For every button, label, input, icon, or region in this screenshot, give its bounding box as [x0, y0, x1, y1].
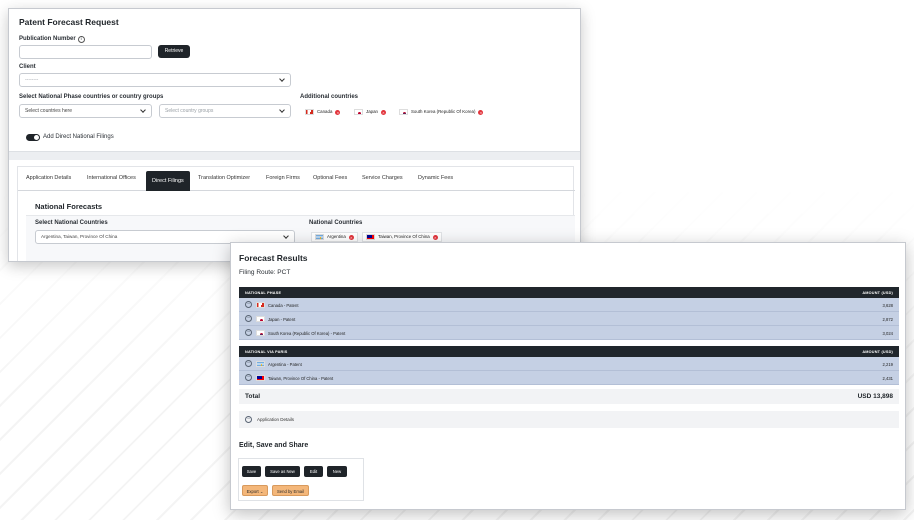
- page-title: Patent Forecast Request: [19, 17, 119, 27]
- chevron-down-icon: [279, 76, 285, 82]
- tab-dynamic-fees[interactable]: Dynamic Fees: [418, 175, 453, 181]
- forecast-results-window: Forecast Results Filing Route: PCT NATIO…: [230, 242, 906, 510]
- collapse-icon[interactable]: −: [245, 301, 252, 308]
- national-countries-label: National Countries: [309, 220, 363, 226]
- select-national-countries-label: Select National Countries: [35, 220, 108, 226]
- direct-national-filings-toggle[interactable]: [26, 134, 40, 141]
- publication-number-label: Publication Number i: [19, 36, 85, 43]
- japan-flag-icon: [256, 316, 265, 322]
- national-via-paris-header: NATIONAL VIA PARIS AMOUNT (USD): [239, 346, 899, 357]
- chip-canada: Canada ×: [302, 107, 344, 117]
- chip-argentina: Argentina ×: [311, 232, 358, 242]
- table-row: − South Korea (Republic Of Korea) - Pate…: [239, 326, 899, 340]
- canada-flag-icon: [256, 302, 265, 308]
- patent-forecast-request-window: Patent Forecast Request Publication Numb…: [8, 8, 581, 262]
- total-row: Total USD 13,898: [239, 389, 899, 404]
- collapse-icon[interactable]: −: [245, 315, 252, 322]
- tab-service-charges[interactable]: Service Charges: [362, 175, 403, 181]
- countries-select-placeholder: Select countries here: [25, 108, 72, 114]
- total-label: Total: [245, 393, 261, 400]
- canada-flag-icon: [305, 109, 314, 115]
- application-details-accordion[interactable]: − Application Details: [239, 411, 899, 428]
- national-phase-label: Select National Phase countries or count…: [19, 94, 164, 100]
- table-row: − Argentina - Patent 2,219: [239, 357, 899, 371]
- south-korea-flag-icon: [256, 330, 265, 336]
- table-row: − Canada - Patent 3,628: [239, 298, 899, 312]
- taiwan-flag-icon: [366, 234, 375, 240]
- info-icon[interactable]: i: [77, 36, 85, 43]
- tab-translation-optimizer[interactable]: Translation Optimizer: [198, 175, 250, 181]
- tab-foreign-firms[interactable]: Foreign Firms: [266, 175, 300, 181]
- country-groups-placeholder: Select country groups: [165, 108, 214, 114]
- remove-icon[interactable]: ×: [478, 109, 484, 115]
- tab-direct-filings[interactable]: Direct Filings: [146, 171, 190, 191]
- collapse-icon[interactable]: −: [245, 360, 252, 367]
- table-row: − Japan - Patent 2,872: [239, 312, 899, 326]
- chevron-down-icon: [140, 107, 146, 113]
- collapse-icon[interactable]: −: [245, 374, 252, 381]
- additional-countries-label: Additional countries: [300, 94, 359, 100]
- edit-save-share-title: Edit, Save and Share: [239, 442, 309, 449]
- chevron-down-icon: [279, 107, 285, 113]
- collapse-icon[interactable]: −: [245, 329, 252, 336]
- chevron-down-icon: [283, 233, 289, 239]
- total-value: USD 13,898: [857, 393, 893, 400]
- argentina-flag-icon: [256, 361, 265, 367]
- tab-international-offices[interactable]: International Offices: [87, 175, 136, 181]
- japan-flag-icon: [354, 109, 363, 115]
- remove-icon[interactable]: ×: [380, 109, 386, 115]
- client-label: Client: [19, 64, 36, 70]
- direct-national-filings-label: Add Direct National Filings: [43, 134, 114, 140]
- application-details-label: Application Details: [257, 417, 295, 422]
- client-select[interactable]: --------: [19, 73, 291, 87]
- remove-icon[interactable]: ×: [348, 234, 354, 240]
- national-countries-select-value: Argentina, Taiwan, Province Of China: [41, 234, 118, 239]
- chip-japan: Japan ×: [351, 107, 389, 117]
- chip-taiwan: Taiwan, Province Of China ×: [362, 232, 442, 242]
- tab-bar: Application Details International Office…: [18, 171, 575, 191]
- chip-south-korea: South Korea (Republic Of Korea) ×: [396, 107, 487, 117]
- save-button[interactable]: Save: [242, 466, 261, 477]
- collapse-icon[interactable]: −: [245, 416, 252, 423]
- section-divider: [9, 151, 580, 160]
- actions-box: Save Save as New Edit New Export ⌄ Send …: [238, 458, 364, 501]
- client-select-value: --------: [25, 77, 39, 83]
- export-button[interactable]: Export ⌄: [242, 485, 268, 496]
- publication-number-input[interactable]: [19, 45, 152, 59]
- table-row: − Taiwan, Province Of China - Patent 2,4…: [239, 371, 899, 385]
- countries-select[interactable]: Select countries here: [19, 104, 152, 118]
- retrieve-button[interactable]: Retrieve: [158, 45, 190, 58]
- remove-icon[interactable]: ×: [335, 109, 341, 115]
- edit-button[interactable]: Edit: [304, 466, 323, 477]
- remove-icon[interactable]: ×: [432, 234, 438, 240]
- results-title: Forecast Results: [239, 253, 308, 263]
- national-phase-header: NATIONAL PHASE AMOUNT (USD): [239, 287, 899, 298]
- tab-application-details[interactable]: Application Details: [26, 175, 71, 181]
- send-by-email-button[interactable]: Send by Email: [272, 485, 309, 496]
- country-groups-select[interactable]: Select country groups: [159, 104, 291, 118]
- save-as-new-button[interactable]: Save as New: [265, 466, 300, 477]
- filing-route: Filing Route: PCT: [239, 269, 291, 276]
- new-button[interactable]: New: [327, 466, 347, 477]
- south-korea-flag-icon: [399, 109, 408, 115]
- national-forecasts-title: National Forecasts: [35, 202, 103, 211]
- argentina-flag-icon: [315, 234, 324, 240]
- taiwan-flag-icon: [256, 375, 265, 381]
- tab-optional-fees[interactable]: Optional Fees: [313, 175, 347, 181]
